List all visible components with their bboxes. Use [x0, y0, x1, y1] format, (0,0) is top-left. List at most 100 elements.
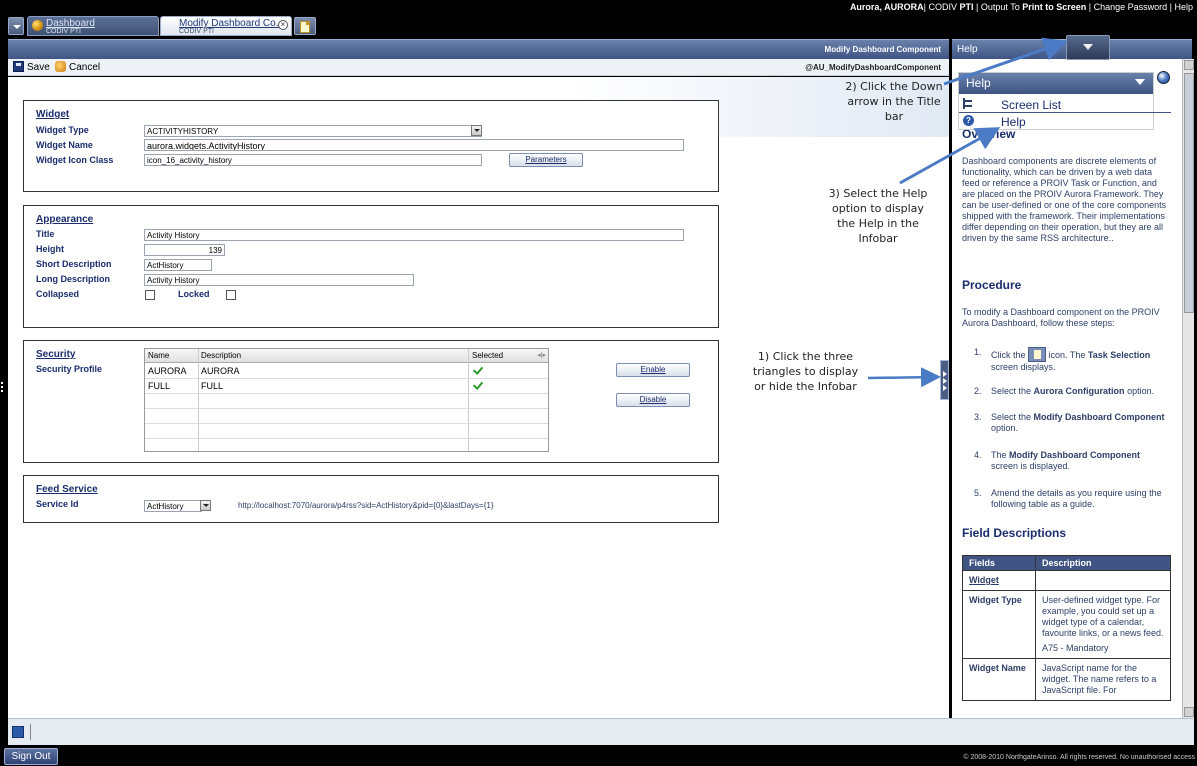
disable-button[interactable]: Disable [616, 393, 690, 407]
step-text: Select the Aurora Configuration option. [991, 386, 1169, 397]
column-header-selected[interactable]: Selected [472, 351, 503, 360]
step-text-part: icon. The [1048, 350, 1086, 360]
column-header-fields: Fields [962, 555, 1036, 571]
step-number: 5. [974, 488, 982, 498]
change-password-link[interactable]: Change Password [1094, 2, 1168, 12]
menu-item-help[interactable]: ? Help [959, 113, 1153, 130]
overview-text: Dashboard components are discrete elemen… [962, 156, 1167, 243]
cell-field: Widget Type [962, 590, 1036, 659]
field-descriptions-heading: Field Descriptions [962, 526, 1067, 540]
cell-name: FULL [148, 381, 171, 391]
infobar-dropdown-button[interactable] [1066, 35, 1110, 60]
cell-field: Widget Name [962, 658, 1036, 701]
feed-service-section: Feed Service Service Id ActHistory http:… [23, 475, 719, 523]
globe-icon[interactable] [1157, 71, 1170, 84]
help-infobar: Overview Dashboard components are discre… [952, 59, 1182, 718]
left-panel-handle[interactable] [0, 380, 4, 396]
column-resize-icon[interactable]: ◂|▸ [537, 351, 546, 359]
selected-check-icon[interactable] [472, 380, 482, 390]
triangle-icon [943, 378, 947, 384]
tab-modify-dashboard-component[interactable]: Modify Dashboard Co... CODIV PTI × [160, 16, 292, 36]
cell-name: AURORA [148, 366, 187, 376]
step-number: 1. [974, 347, 982, 357]
field-descriptions-table: Fields Description Widget Widget Type Us… [962, 555, 1171, 701]
step-emphasis: Modify Dashboard Component [1009, 450, 1141, 460]
help-scrollbar[interactable] [1182, 59, 1194, 718]
widget-type-dropdown-icon[interactable] [471, 125, 482, 136]
taskbar-icon[interactable] [12, 726, 24, 738]
instance-suffix: PTI [959, 2, 974, 12]
help-menu-title[interactable]: Help [959, 73, 1153, 94]
toolbar: Save Cancel @AU_ModifyDashboardComponent [8, 59, 949, 76]
parameters-button[interactable]: Parameters [509, 153, 583, 167]
feed-url: http://localhost:7070/aurora/p4rss?sid=A… [238, 501, 494, 510]
step-text: Amend the details as you require using t… [991, 488, 1162, 509]
scroll-up-icon[interactable] [1184, 60, 1194, 70]
grid-divider [145, 438, 548, 439]
height-input[interactable]: 139 [144, 244, 225, 256]
widget-section-title: Widget [36, 109, 70, 120]
selected-check-icon[interactable] [472, 365, 482, 375]
cancel-button[interactable]: Cancel [55, 61, 100, 73]
help-icon: ? [963, 115, 974, 126]
long-description-input[interactable]: Activity History [144, 274, 414, 286]
collapsed-checkbox[interactable] [145, 290, 155, 300]
sitemap-icon [963, 98, 974, 109]
appearance-section-title: Appearance [36, 214, 94, 225]
task-selection-button[interactable] [294, 17, 316, 35]
column-header-description[interactable]: Description [201, 351, 241, 360]
enable-button[interactable]: Enable [616, 363, 690, 377]
application-window: Aurora, AURORA| CODIV PTI | Output To Pr… [0, 0, 1197, 766]
save-label: Save [27, 62, 50, 73]
tab-subtitle: CODIV PTI [179, 28, 215, 35]
column-header-name[interactable]: Name [148, 351, 169, 360]
scroll-down-icon[interactable] [1184, 707, 1194, 717]
widget-link[interactable]: Widget [962, 570, 1036, 591]
table-row: Widget Name JavaScript name for the widg… [962, 658, 1171, 701]
infobar-title: Help [957, 44, 978, 55]
infobar-toggle-handle[interactable] [940, 360, 949, 400]
help-dropdown-menu: Help Screen List ? Help [958, 72, 1171, 130]
main-menu-button[interactable] [8, 17, 24, 35]
widget-name-input[interactable]: aurora.widgets.ActivityHistory [144, 139, 684, 151]
menu-item-screen-list[interactable]: Screen List [959, 96, 1153, 113]
save-button[interactable]: Save [13, 61, 50, 73]
step-text: The Modify Dashboard Component screen is… [991, 450, 1169, 472]
service-id-select[interactable]: ActHistory [144, 500, 202, 512]
document-icon [300, 21, 310, 33]
help-link[interactable]: Help [1174, 2, 1193, 12]
short-description-input[interactable]: ActHistory [144, 259, 212, 271]
chevron-down-icon[interactable] [1135, 79, 1145, 85]
sign-out-button[interactable]: Sign Out [4, 748, 58, 765]
scroll-thumb[interactable] [1184, 73, 1194, 313]
grid-divider [198, 349, 199, 451]
dashboard-icon [32, 20, 43, 31]
task-selection-icon [1028, 347, 1047, 362]
menu-item-label: Screen List [1001, 98, 1062, 112]
widget-section: Widget Widget Type ACTIVITYHISTORY Widge… [23, 100, 719, 192]
service-id-dropdown-icon[interactable] [200, 500, 211, 511]
tab-dashboard[interactable]: Dashboard CODIV PTI [27, 16, 159, 36]
widget-icon-class-input[interactable]: icon_16_activity_history [144, 154, 482, 166]
component-id: @AU_ModifyDashboardComponent [805, 63, 941, 72]
annotation-step-1: 1) Click the three triangles to display … [752, 350, 859, 393]
security-profile-label: Security Profile [36, 364, 103, 374]
security-profile-grid: Name Description Selected ◂|▸ AURORA AUR… [144, 348, 549, 452]
title-input[interactable]: Activity History [144, 229, 684, 241]
widget-type-label: Widget Type [36, 125, 89, 135]
column-header-description: Description [1035, 555, 1171, 571]
step-text-part: Select the [991, 412, 1032, 422]
cell-description: JavaScript name for the widget. The name… [1035, 658, 1171, 701]
close-tab-icon[interactable]: × [278, 20, 288, 30]
tab-subtitle: CODIV PTI [46, 28, 82, 35]
widget-type-select[interactable]: ACTIVITYHISTORY [144, 125, 482, 137]
mandatory-note: A75 - Mandatory [1042, 643, 1109, 653]
step-text: Select the Modify Dashboard Component op… [991, 412, 1169, 434]
main-form: Widget Widget Type ACTIVITYHISTORY Widge… [8, 77, 949, 718]
menu-item-label: Help [1001, 115, 1026, 129]
locked-checkbox[interactable] [226, 290, 236, 300]
grid-divider [145, 393, 548, 394]
annotation-step-3: 3) Select the Help option to display the… [828, 187, 928, 245]
locked-label: Locked [178, 289, 210, 299]
output-target-link[interactable]: Print to Screen [1022, 2, 1086, 12]
